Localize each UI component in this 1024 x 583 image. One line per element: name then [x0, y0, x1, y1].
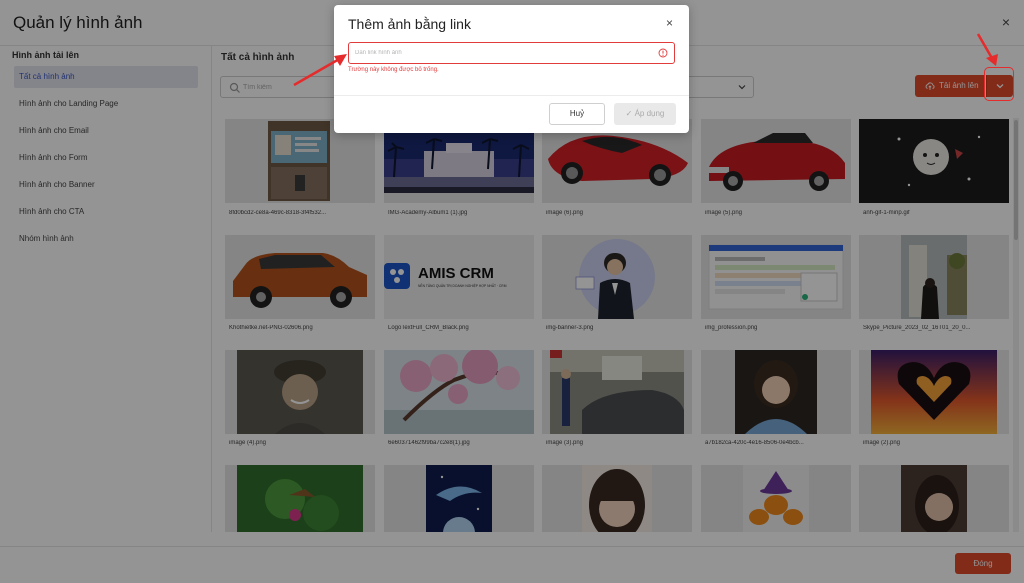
- image-link-field[interactable]: [348, 42, 675, 64]
- error-icon: [658, 48, 668, 58]
- apply-button[interactable]: ✓ Áp dụng: [614, 103, 676, 125]
- dialog-close-icon[interactable]: ×: [666, 16, 673, 30]
- add-image-by-link-dialog: Thêm ảnh bằng link × Trường này không đư…: [334, 5, 689, 133]
- validation-error-message: Trường này không được bỏ trống.: [348, 67, 439, 73]
- image-link-input[interactable]: [355, 46, 645, 60]
- cancel-button[interactable]: Huỷ: [549, 103, 605, 125]
- dialog-title: Thêm ảnh bằng link: [348, 16, 471, 32]
- dialog-divider: [334, 95, 689, 96]
- image-manager-window: Quản lý hình ảnh × Hình ảnh tải lên Tất …: [0, 0, 1024, 583]
- apply-button-label: Áp dụng: [634, 109, 665, 118]
